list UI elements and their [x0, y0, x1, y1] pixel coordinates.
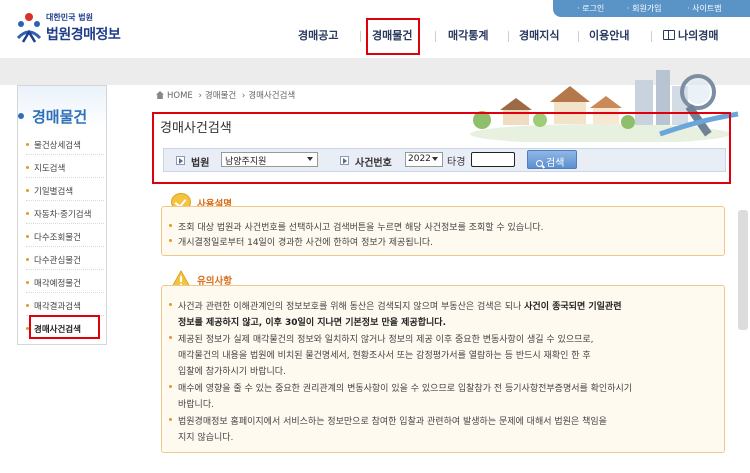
caution-line: 매수에 영향을 줄 수 있는 중요한 권리관계의 변동사항이 있을 수 있으므로… — [169, 381, 632, 394]
nav-divider — [578, 31, 579, 42]
highlight-nav-auction-items — [366, 18, 420, 55]
nav-sale-stats[interactable]: 매각통계 — [448, 27, 488, 43]
caution-line-cont: 지지 않습니다. — [178, 433, 234, 443]
sidebar-header: 경매물건 — [18, 86, 106, 128]
caution-panel: 사건과 관련한 이해관계인의 정보보호를 위해 동산은 검색되지 않으며 부동산… — [161, 285, 725, 453]
site-logo[interactable]: 대한민국 법원 법원경매정보 — [12, 6, 142, 50]
sidebar-item-sale-result[interactable]: 매각결과검색 — [26, 294, 104, 316]
caution-line-cont: 바랍니다. — [178, 400, 214, 410]
breadcrumb-home[interactable]: HOME — [167, 91, 193, 101]
sidebar-item-detail-search[interactable]: 물건상세검색 — [26, 133, 104, 155]
breadcrumb-level2[interactable]: 경매사건검색 — [248, 91, 295, 101]
caution-line: 법원경매정보 홈페이지에서 서비스하는 정보만으로 참여한 입찰과 관련하여 발… — [169, 414, 607, 427]
sidebar-item-most-viewed[interactable]: 다수조회물건 — [26, 225, 104, 247]
caution-line-cont: 입찰에 참가하시기 바랍니다. — [178, 367, 286, 377]
nav-my-auction[interactable]: 나의경매 — [663, 27, 718, 43]
sidebar-item-map-search[interactable]: 지도검색 — [26, 156, 104, 178]
nav-divider — [508, 31, 509, 42]
scrollbar-thumb[interactable] — [738, 210, 748, 330]
breadcrumb: HOME › 경매물건 › 경매사건검색 — [156, 89, 295, 101]
login-link[interactable]: 로그인 — [577, 3, 604, 14]
usage-line: 조회 대상 법원과 사건번호를 선택하시고 검색버튼을 누르면 해당 사건정보를… — [169, 220, 544, 233]
usage-line: 개시결정일로부터 14일이 경과한 사건에 한하여 정보가 제공됩니다. — [169, 235, 433, 248]
usage-panel: 조회 대상 법원과 사건번호를 선택하시고 검색버튼을 누르면 해당 사건정보를… — [161, 206, 725, 256]
breadcrumb-level1[interactable]: 경매물건 — [205, 91, 236, 101]
caution-line: 사건과 관련한 이해관계인의 정보보호를 위해 동산은 검색되지 않으며 부동산… — [169, 299, 622, 312]
caution-line: 제공된 정보가 실제 매각물건의 정보와 일치하지 않거나 정보의 제공 이후 … — [169, 332, 594, 345]
nav-auction-knowledge[interactable]: 경매지식 — [519, 27, 559, 43]
sidebar-item-most-interest[interactable]: 다수관심물건 — [26, 248, 104, 270]
utility-bar: 로그인 회원가입 사이트맵 — [553, 0, 750, 17]
highlight-search-area — [152, 112, 731, 184]
nav-auction-notice[interactable]: 경매공고 — [298, 27, 338, 43]
signup-link[interactable]: 회원가입 — [627, 3, 661, 14]
nav-divider — [435, 31, 436, 42]
caution-line-cont: 정보를 제공하지 않고, 이후 30일이 지나면 기본정보 만을 제공합니다. — [178, 318, 446, 328]
nav-divider — [360, 31, 361, 42]
highlight-sidebar-case-search — [29, 315, 100, 339]
book-icon — [663, 30, 675, 40]
sidebar: 경매물건 물건상세검색 지도검색 기일별검색 자동차·중기검색 다수조회물건 다… — [17, 85, 107, 345]
caution-line-cont: 매각물건의 내용을 법원에 비치된 물건명세서, 현황조사서 또는 감정평가서를… — [178, 351, 591, 361]
home-icon — [156, 91, 164, 99]
nav-divider — [651, 31, 652, 42]
nav-my-auction-label: 나의경매 — [678, 29, 719, 42]
court-emblem-icon — [16, 13, 42, 43]
nav-usage-guide[interactable]: 이용안내 — [589, 27, 629, 43]
sidebar-item-scheduled-sale[interactable]: 매각예정물건 — [26, 271, 104, 293]
sidebar-dot-icon — [18, 113, 24, 119]
logo-title: 법원경매정보 — [46, 27, 121, 43]
logo-subtitle: 대한민국 법원 — [46, 13, 93, 22]
sidebar-item-vehicle-search[interactable]: 자동차·중기검색 — [26, 202, 104, 224]
sidebar-title: 경매물건 — [32, 108, 88, 126]
sidebar-item-date-search[interactable]: 기일별검색 — [26, 179, 104, 201]
sitemap-link[interactable]: 사이트맵 — [687, 3, 721, 14]
